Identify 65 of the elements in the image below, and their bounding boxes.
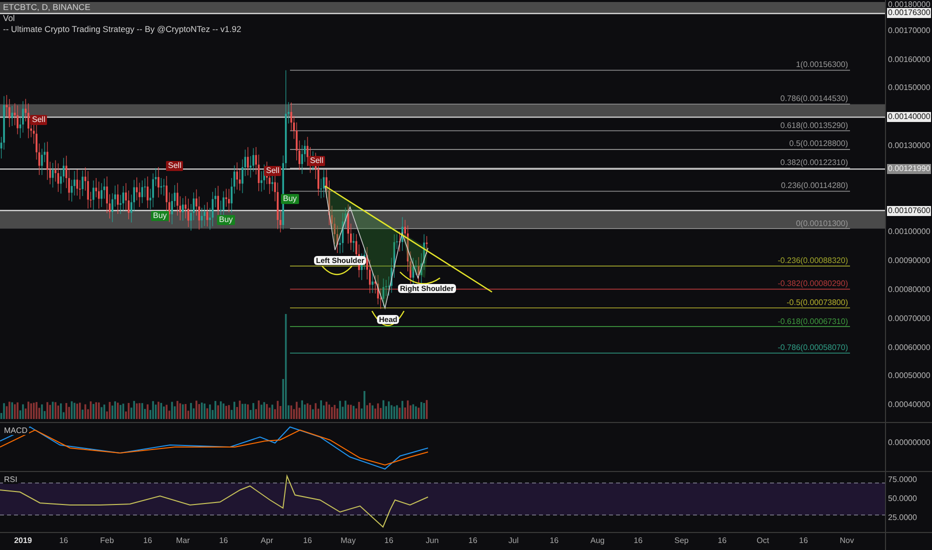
time-tick-label: 16 — [384, 536, 394, 545]
price-tick-label: 0.00160000 — [887, 54, 932, 65]
fib-level-label: -0.236(0.00088320) — [778, 256, 848, 266]
time-tick-label: 16 — [143, 536, 152, 545]
macd-tick-label: 0.00000000 — [887, 438, 932, 448]
symbol-title: ETCBTC, D, BINANCE — [3, 3, 92, 12]
rsi-tick-label: 50.0000 — [887, 494, 918, 504]
fib-level-label: 0.5(0.00128800) — [789, 139, 848, 148]
price-tick-label: 0.00050000 — [887, 371, 932, 382]
fib-level-label: 1(0.00156300) — [796, 60, 848, 70]
price-marker-label: 0.00176300 — [887, 8, 932, 18]
time-tick-label: Mar — [176, 536, 190, 545]
time-tick-label: May — [340, 536, 356, 545]
time-tick-label: Sep — [674, 536, 689, 545]
fib-level-label: 0.382(0.00122310) — [780, 158, 848, 168]
price-tick-label: 0.00090000 — [887, 256, 932, 266]
fib-level-label: 0.618(0.00135290) — [780, 120, 848, 130]
price-marker-label: 0.00107600 — [887, 206, 932, 216]
time-tick-label: Apr — [260, 536, 274, 545]
time-tick-label: Nov — [840, 536, 854, 545]
price-tick-label: 0.00080000 — [887, 285, 932, 295]
time-tick-label: Oct — [756, 536, 770, 545]
fib-level-label: -0.5(0.00073800) — [786, 298, 848, 307]
time-tick-label: 16 — [550, 536, 559, 545]
time-tick-label: Feb — [100, 536, 114, 545]
indicator-title: Vol — [3, 14, 16, 23]
price-tick-label: 0.00060000 — [887, 342, 932, 353]
sell-signal-tag: Sell — [166, 161, 184, 171]
macd-title: MACD — [3, 426, 29, 435]
fib-level-label: 0.786(0.00144530) — [780, 94, 848, 104]
price-tick-label: 0.00150000 — [887, 83, 932, 94]
buy-signal-tag: Buy — [281, 194, 299, 204]
sell-signal-tag: Sell — [264, 166, 282, 176]
time-tick-label: Aug — [590, 536, 605, 545]
time-tick-label: Jun — [426, 536, 439, 545]
buy-signal-tag: Buy — [217, 215, 235, 225]
fib-level-label: 0(0.00101300) — [796, 218, 848, 228]
rsi-title: RSI — [3, 475, 18, 484]
fib-level-label: -0.382(0.00080290) — [778, 279, 848, 288]
price-tick-label: 0.00070000 — [887, 314, 932, 324]
fib-level-label: -0.786(0.00058070) — [778, 343, 848, 352]
fib-level-label: -0.618(0.00067310) — [778, 316, 848, 326]
time-tick-label: 2019 — [14, 536, 32, 545]
price-tick-label: 0.00040000 — [887, 400, 932, 410]
time-tick-label: 16 — [219, 536, 228, 545]
time-tick-label: 16 — [303, 536, 312, 545]
time-tick-label: 16 — [59, 536, 68, 545]
sell-signal-tag: Sell — [30, 115, 48, 125]
indicator-title: -- Ultimate Crypto Trading Strategy -- By @CryptoNTez -- v1.92 — [3, 25, 242, 34]
price-tick-label: 0.00180000 — [887, 0, 932, 9]
price-tick-label: 0.00100000 — [887, 227, 932, 238]
fib-level-label: 0.236(0.00114280) — [780, 181, 848, 190]
price-marker-label: 0.00140000 — [887, 112, 932, 122]
price-tick-label: 0.00130000 — [887, 141, 932, 151]
time-tick-label: Jul — [508, 536, 519, 545]
rsi-tick-label: 25.0000 — [887, 513, 918, 523]
buy-signal-tag: Buy — [151, 211, 169, 221]
time-tick-label: 16 — [799, 536, 808, 545]
time-tick-label: 16 — [634, 536, 643, 545]
rsi-tick-label: 75.0000 — [887, 475, 918, 485]
sell-signal-tag: Sell — [308, 156, 326, 166]
time-tick-label: 16 — [718, 536, 727, 545]
price-tick-label: 0.00170000 — [887, 26, 932, 36]
price-marker-label: 0.00121990 — [887, 164, 932, 174]
time-tick-label: 16 — [468, 536, 478, 545]
